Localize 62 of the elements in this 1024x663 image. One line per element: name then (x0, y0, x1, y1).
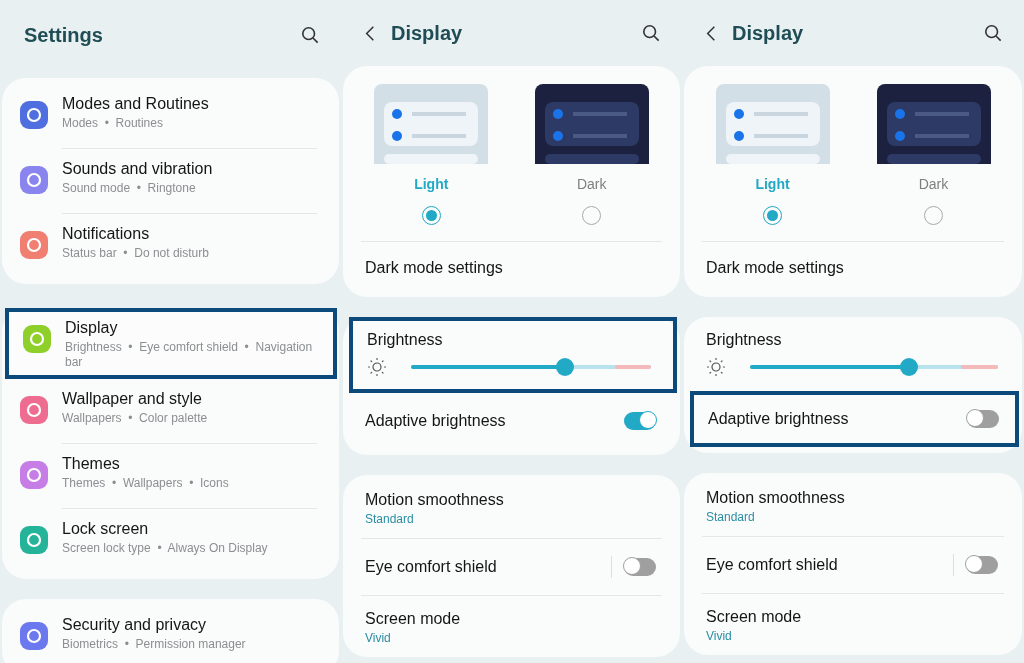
item-title: Lock screen (62, 520, 150, 538)
toggle-switch[interactable] (966, 556, 998, 574)
theme-label: Light (755, 176, 790, 192)
setting-label[interactable]: Screen mode (365, 610, 658, 628)
settings-item[interactable]: Themes Themes • Wallpapers • Icons (2, 444, 339, 508)
setting-value: Standard (365, 512, 415, 526)
setting-label[interactable]: Screen mode (706, 608, 1000, 626)
brightness-slider[interactable] (411, 358, 651, 376)
item-subtitle: Brightness • Eye comfort shield • Navigation bar (65, 340, 314, 370)
brightness-label: Brightness (367, 331, 444, 349)
setting-label[interactable]: Motion smoothness (706, 489, 1000, 507)
item-subtitle: Screen lock type • Always On Display (62, 541, 268, 556)
settings-item[interactable]: Wallpaper and style Wallpapers • Color palette (2, 379, 339, 443)
theme-label: Dark (918, 176, 949, 192)
setting-value: Vivid (365, 631, 392, 645)
brightness-slider[interactable] (750, 358, 998, 376)
item-subtitle: Themes • Wallpapers • Icons (62, 476, 229, 491)
item-title: Wallpaper and style (62, 390, 203, 408)
toggle-switch[interactable] (624, 558, 656, 576)
settings-item[interactable]: Modes and Routines Modes • Routines (2, 84, 339, 148)
toggle-switch[interactable] (624, 412, 656, 430)
setting-label: Adaptive brightness (708, 410, 850, 428)
sun-icon (706, 357, 726, 377)
item-subtitle: Status bar • Do not disturb (62, 246, 209, 261)
settings-item[interactable]: Sounds and vibration Sound mode • Ringtone (2, 149, 339, 213)
screen-title: Display (391, 21, 464, 45)
screen-title: Display (732, 21, 805, 45)
search-icon[interactable] (642, 24, 660, 42)
item-title: Modes and Routines (62, 95, 209, 113)
settings-item[interactable]: Display Brightness • Eye comfort shield • Navigation bar (5, 308, 337, 379)
settings-item[interactable]: Notifications Status bar • Do not disturb (2, 214, 339, 278)
setting-label: Adaptive brightness (365, 412, 507, 430)
item-subtitle: Sound mode • Ringtone (62, 181, 197, 196)
setting-label[interactable]: Motion smoothness (365, 491, 658, 509)
screen-title: Settings (24, 23, 104, 47)
theme-preview-drawing[interactable] (534, 84, 649, 164)
settings-item[interactable]: Lock screen Screen lock type • Always On Display (2, 509, 339, 573)
item-title: Themes (62, 455, 121, 473)
item-title: Security and privacy (62, 616, 208, 634)
item-title: Notifications (62, 225, 151, 243)
setting-value: Vivid (706, 629, 733, 643)
theme-label: Light (414, 176, 449, 192)
back-icon[interactable] (706, 24, 716, 42)
item-title: Display (65, 319, 119, 337)
setting-value: Standard (706, 510, 756, 524)
dark-mode-settings-item[interactable]: Dark mode settings (343, 242, 680, 297)
settings-item[interactable]: Security and privacy Biometrics • Permission manager (2, 605, 339, 663)
setting-label[interactable]: Eye comfort shield (365, 558, 611, 576)
theme-preview-drawing[interactable] (876, 84, 991, 164)
sun-icon (367, 357, 387, 377)
item-subtitle: Biometrics • Permission manager (62, 637, 246, 652)
toggle-switch[interactable] (967, 410, 999, 428)
item-title: Sounds and vibration (62, 160, 213, 178)
back-icon[interactable] (365, 24, 375, 42)
dark-mode-settings-item[interactable]: Dark mode settings (684, 242, 1022, 297)
theme-label: Dark (576, 176, 607, 192)
item-subtitle: Modes • Routines (62, 116, 164, 131)
search-icon[interactable] (984, 24, 1002, 42)
brightness-label: Brightness (706, 331, 783, 349)
item-subtitle: Wallpapers • Color palette (62, 411, 208, 426)
setting-label[interactable]: Eye comfort shield (706, 556, 953, 574)
search-icon[interactable] (301, 26, 319, 44)
